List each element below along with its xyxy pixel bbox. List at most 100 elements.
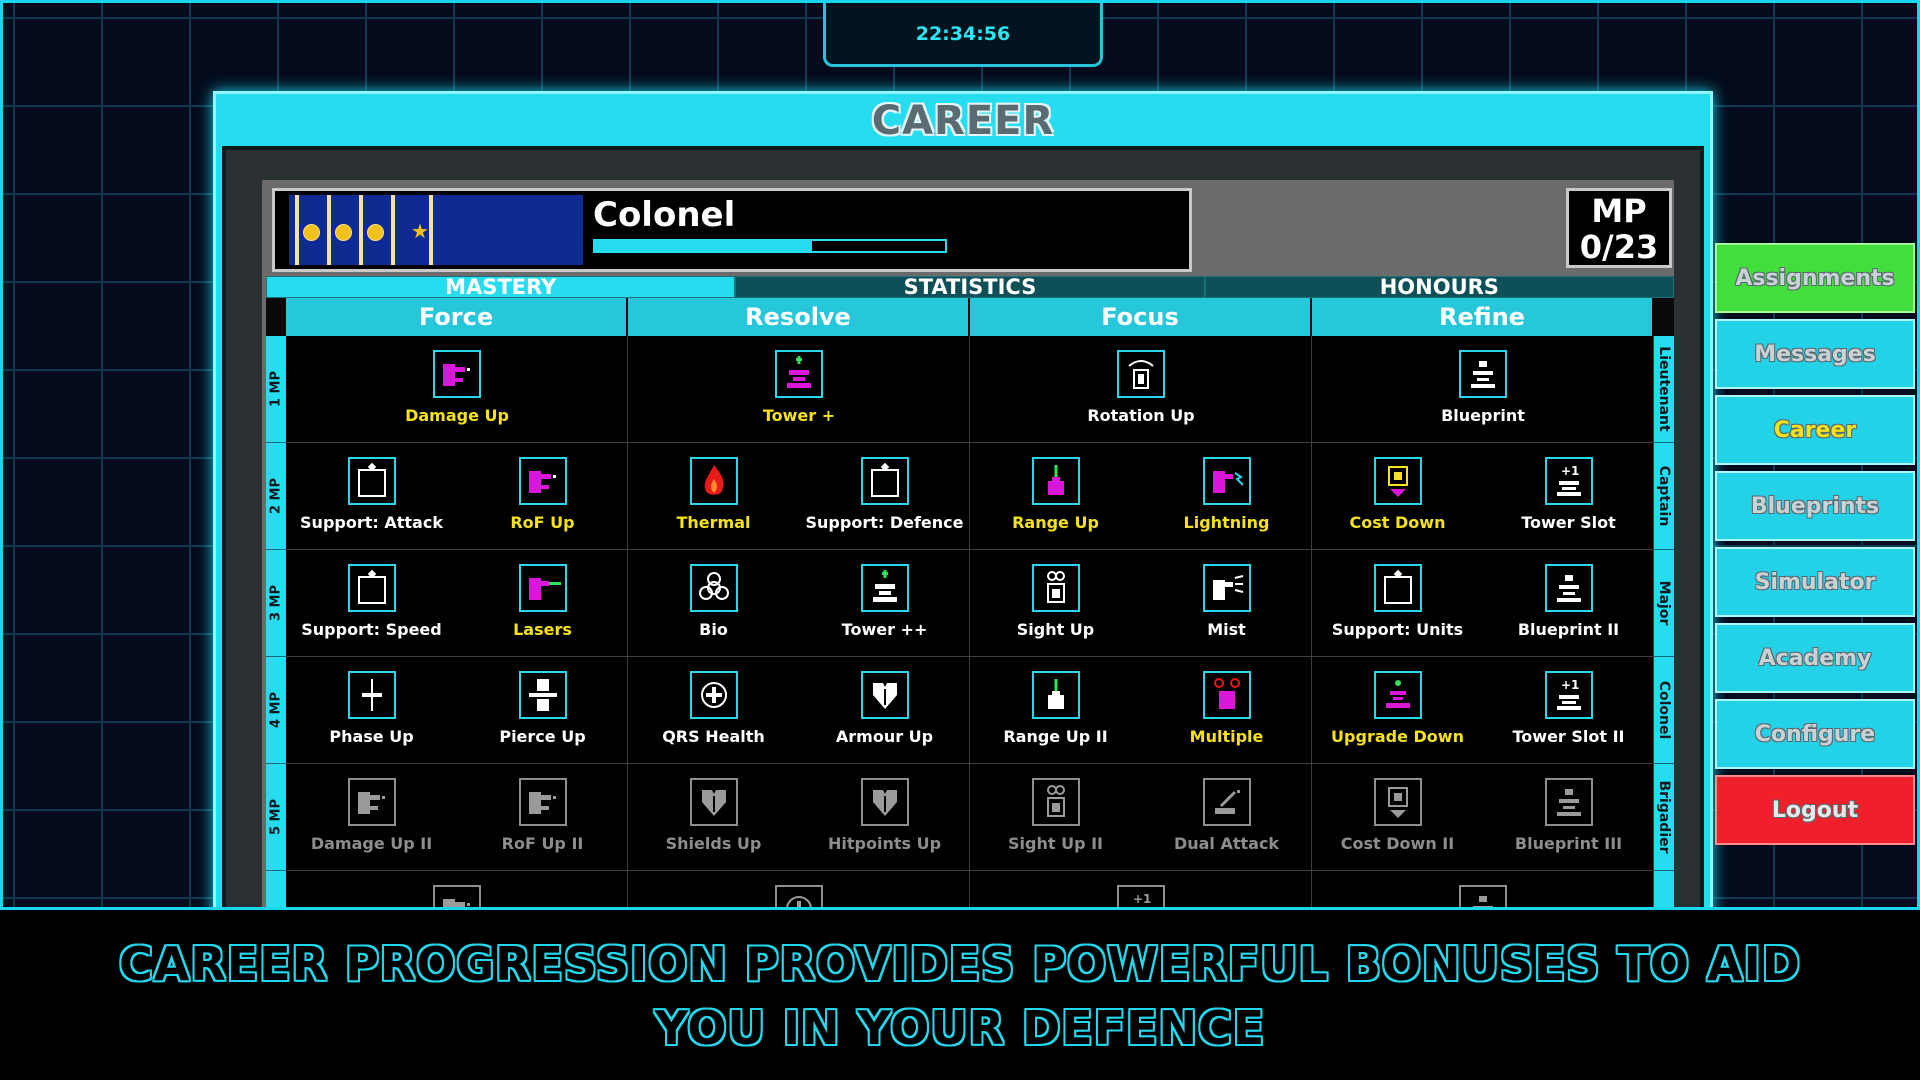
skill-cell[interactable]: Support: Attack	[286, 443, 457, 550]
skill-cell[interactable]: QRS Health	[628, 657, 799, 764]
lightning-icon[interactable]	[1203, 457, 1251, 505]
skill-cell[interactable]: Sight Up	[970, 550, 1141, 657]
skill-cell[interactable]: Support: Defence	[799, 443, 970, 550]
support-frame-icon[interactable]	[348, 564, 396, 612]
armour-icon[interactable]	[861, 671, 909, 719]
mist-icon[interactable]	[1203, 564, 1251, 612]
logout-button[interactable]: Logout	[1715, 775, 1915, 845]
skill-group: Sight Up IIDual Attack	[970, 764, 1312, 871]
row-rank: Major	[1654, 550, 1674, 657]
skill-label: QRS Health	[628, 727, 799, 746]
tower-slot-icon[interactable]: +1	[1117, 885, 1165, 910]
skill-cell[interactable]: +1Tower Slot II	[1483, 657, 1654, 764]
career-button[interactable]: Career	[1715, 395, 1915, 465]
skill-cell[interactable]: Phase Up	[286, 657, 457, 764]
laser-icon[interactable]	[519, 564, 567, 612]
skill-cell[interactable]: Tower ++	[799, 550, 970, 657]
phase-icon[interactable]	[348, 671, 396, 719]
health-icon[interactable]	[775, 885, 823, 910]
armour-icon[interactable]	[861, 778, 909, 826]
skill-cell[interactable]: Damage Up	[286, 336, 628, 443]
skill-cell[interactable]: +1	[970, 871, 1312, 910]
health-icon[interactable]	[690, 671, 738, 719]
turret-icon[interactable]	[433, 350, 481, 398]
blueprint-icon[interactable]	[1545, 564, 1593, 612]
skill-cell[interactable]: Range Up	[970, 443, 1141, 550]
tab-statistics[interactable]: STATISTICS	[735, 276, 1204, 298]
tab-mastery[interactable]: MASTERY	[266, 276, 735, 298]
sight-icon[interactable]	[1032, 564, 1080, 612]
sight-icon[interactable]	[1032, 778, 1080, 826]
skill-cell[interactable]: Bio	[628, 550, 799, 657]
tower-plus-icon[interactable]	[861, 564, 909, 612]
skill-cell[interactable]: Upgrade Down	[1312, 657, 1483, 764]
skill-label: Shields Up	[628, 834, 799, 853]
blueprint-icon[interactable]	[1545, 778, 1593, 826]
rotation-icon[interactable]	[1117, 350, 1165, 398]
skill-cell[interactable]	[286, 871, 628, 910]
skill-cell[interactable]: Sight Up II	[970, 764, 1141, 871]
support-frame-icon[interactable]	[1374, 564, 1422, 612]
pierce-icon[interactable]	[519, 671, 567, 719]
skill-cell[interactable]: Mist	[1141, 550, 1312, 657]
skill-cell[interactable]: Support: Units	[1312, 550, 1483, 657]
skill-label: Thermal	[628, 513, 799, 532]
skill-cell[interactable]: Lightning	[1141, 443, 1312, 550]
skill-cell[interactable]: Pierce Up	[457, 657, 628, 764]
skill-cell[interactable]: Cost Down II	[1312, 764, 1483, 871]
skill-cell[interactable]: Rotation Up	[970, 336, 1312, 443]
tower-slot-icon[interactable]: +1	[1545, 457, 1593, 505]
turret-icon[interactable]	[348, 778, 396, 826]
academy-button[interactable]: Academy	[1715, 623, 1915, 693]
skill-cell[interactable]: Damage Up II	[286, 764, 457, 871]
skill-cell[interactable]: Lasers	[457, 550, 628, 657]
skill-cell[interactable]: Range Up II	[970, 657, 1141, 764]
configure-button[interactable]: Configure	[1715, 699, 1915, 769]
row-mp-label: 3 MP	[269, 585, 284, 621]
turret-icon[interactable]	[519, 457, 567, 505]
skill-cell[interactable]: Dual Attack	[1141, 764, 1312, 871]
skill-cell[interactable]: Tower +	[628, 336, 970, 443]
skill-cell[interactable]: RoF Up	[457, 443, 628, 550]
skill-cell[interactable]: Multiple	[1141, 657, 1312, 764]
upgrade-icon[interactable]	[1374, 671, 1422, 719]
assignments-button[interactable]: Assignments	[1715, 243, 1915, 313]
messages-button[interactable]: Messages	[1715, 319, 1915, 389]
skill-cell[interactable]: Support: Speed	[286, 550, 457, 657]
support-frame-icon[interactable]	[861, 457, 909, 505]
range-icon[interactable]	[1032, 671, 1080, 719]
skill-cell[interactable]	[1312, 871, 1654, 910]
skill-cell[interactable]: Thermal	[628, 443, 799, 550]
skill-cell[interactable]: Cost Down	[1312, 443, 1483, 550]
chip-icon[interactable]	[1374, 457, 1422, 505]
turret-icon[interactable]	[433, 885, 481, 910]
skill-cell[interactable]: Armour Up	[799, 657, 970, 764]
support-frame-icon[interactable]	[348, 457, 396, 505]
tower-plus-icon[interactable]	[775, 350, 823, 398]
skill-cell[interactable]: Hitpoints Up	[799, 764, 970, 871]
skill-cell[interactable]: RoF Up II	[457, 764, 628, 871]
blueprint-icon[interactable]	[1459, 885, 1507, 910]
skill-cell[interactable]: Blueprint II	[1483, 550, 1654, 657]
skill-cell[interactable]	[628, 871, 970, 910]
blueprints-button[interactable]: Blueprints	[1715, 471, 1915, 541]
tower-slot-icon[interactable]: +1	[1545, 671, 1593, 719]
tab-honours[interactable]: HONOURS	[1205, 276, 1674, 298]
skill-label: Sight Up II	[970, 834, 1141, 853]
row-mp-label: 1 MP	[269, 371, 284, 407]
skill-cell[interactable]: Blueprint	[1312, 336, 1654, 443]
skill-cell[interactable]: Shields Up	[628, 764, 799, 871]
flame-icon[interactable]	[690, 457, 738, 505]
multiple-icon[interactable]	[1203, 671, 1251, 719]
turret-icon[interactable]	[519, 778, 567, 826]
skill-cell[interactable]: +1Tower Slot	[1483, 443, 1654, 550]
chip-icon[interactable]	[1374, 778, 1422, 826]
armour-icon[interactable]	[690, 778, 738, 826]
skill-label: Blueprint III	[1483, 834, 1654, 853]
dual-attack-icon[interactable]	[1203, 778, 1251, 826]
range-icon[interactable]	[1032, 457, 1080, 505]
simulator-button[interactable]: Simulator	[1715, 547, 1915, 617]
skill-cell[interactable]: Blueprint III	[1483, 764, 1654, 871]
biohazard-icon[interactable]	[690, 564, 738, 612]
blueprint-icon[interactable]	[1459, 350, 1507, 398]
